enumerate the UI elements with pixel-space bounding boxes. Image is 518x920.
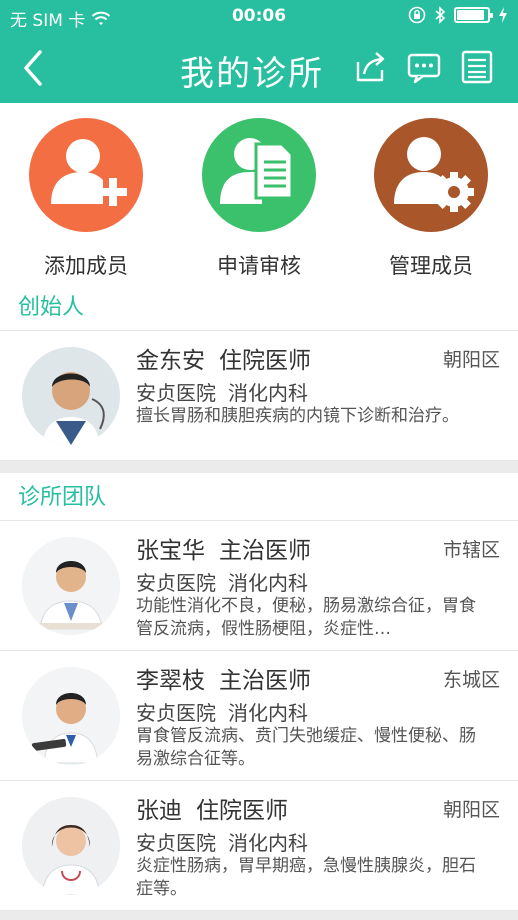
status-bar: 无 SIM 卡 00:06 (0, 0, 518, 34)
avatar (22, 797, 120, 895)
member-district: 朝阳区 (442, 349, 500, 371)
avatar (22, 537, 120, 635)
member-name: 张迪 (136, 798, 182, 824)
status-right (408, 6, 508, 24)
member-hospital: 安贞医院 (136, 701, 216, 725)
quick-actions: 添加成员 申请审核 管理成员 (0, 103, 518, 283)
member-name-line: 张宝华 主治医师 (136, 531, 311, 565)
add-member-label: 添加成员 (44, 254, 128, 278)
member-row[interactable]: 李翠枝 主治医师 东城区 安贞医院 消化内科 胃食管反流病、贲门失弛缓症、慢性便秘、… (0, 651, 518, 781)
manage-members-button[interactable]: 管理成员 (351, 118, 511, 280)
member-row-founder[interactable]: 金东安 住院医师 朝阳区 安贞医院 消化内科 擅长胃肠和胰胆疾病的内镜下诊断和治疗。 (0, 331, 518, 461)
member-title: 主治医师 (219, 668, 311, 694)
member-name-line: 李翠枝 主治医师 (136, 661, 311, 695)
message-icon[interactable] (407, 50, 441, 84)
member-hospital-line: 安贞医院 消化内科 (136, 827, 308, 856)
member-description: 胃食管反流病、贲门失弛缓症、慢性便秘、肠易激综合征等。 (136, 726, 476, 769)
battery-icon (454, 7, 493, 23)
member-name: 金东安 (136, 348, 205, 374)
member-row[interactable]: 张宝华 主治医师 市辖区 安贞医院 消化内科 功能性消化不良，便秘，肠易激综合征，胃… (0, 521, 518, 651)
member-description: 擅长胃肠和胰胆疾病的内镜下诊断和治疗。 (136, 406, 459, 426)
member-district: 市辖区 (442, 539, 500, 561)
page-title: 我的诊所 (180, 54, 324, 94)
member-name: 李翠枝 (136, 668, 205, 694)
back-button[interactable] (18, 48, 48, 88)
member-description: 炎症性肠病，胃早期癌，急慢性胰腺炎，胆石症等。 (136, 856, 476, 899)
member-hospital-line: 安贞医院 消化内科 (136, 377, 308, 406)
page: 无 SIM 卡 00:06 我的诊所 添加成员 申请审核 管理成员 创始人 金东… (0, 0, 518, 920)
apply-review-label: 申请审核 (217, 254, 301, 278)
bottom-gap (0, 911, 518, 920)
member-district: 东城区 (442, 669, 500, 691)
orientation-lock-icon (408, 6, 426, 24)
member-department: 消化内科 (228, 701, 308, 725)
member-hospital-line: 安贞医院 消化内科 (136, 567, 308, 596)
member-department: 消化内科 (228, 571, 308, 595)
header: 无 SIM 卡 00:06 我的诊所 (0, 0, 518, 103)
member-name-line: 金东安 住院医师 (136, 341, 311, 375)
apply-review-button[interactable]: 申请审核 (179, 118, 339, 280)
member-description: 功能性消化不良，便秘，肠易激综合征，胃食管反流病，假性肠梗阻，炎症性… (136, 596, 476, 639)
section-divider (0, 461, 518, 473)
battery-fill (457, 10, 484, 20)
document-person-icon (202, 118, 316, 232)
bluetooth-icon (435, 6, 446, 24)
share-icon[interactable] (354, 50, 388, 84)
member-name-line: 张迪 住院医师 (136, 791, 288, 825)
member-district: 朝阳区 (442, 799, 500, 821)
member-row[interactable]: 张迪 住院医师 朝阳区 安贞医院 消化内科 炎症性肠病，胃早期癌，急慢性胰腺炎，胆石… (0, 781, 518, 911)
member-title: 主治医师 (219, 538, 311, 564)
member-hospital: 安贞医院 (136, 381, 216, 405)
list-icon[interactable] (460, 50, 494, 84)
charging-icon (499, 7, 507, 23)
member-title: 住院医师 (219, 348, 311, 374)
founder-section-title: 创始人 (0, 283, 518, 331)
member-title: 住院医师 (196, 798, 288, 824)
avatar (22, 667, 120, 765)
member-hospital-line: 安贞医院 消化内科 (136, 697, 308, 726)
add-member-button[interactable]: 添加成员 (6, 118, 166, 280)
manage-members-label: 管理成员 (389, 254, 473, 278)
member-department: 消化内科 (228, 381, 308, 405)
team-section-title: 诊所团队 (0, 473, 518, 521)
member-hospital: 安贞医院 (136, 831, 216, 855)
add-person-icon (29, 118, 143, 232)
avatar (22, 347, 120, 445)
member-hospital: 安贞医院 (136, 571, 216, 595)
member-name: 张宝华 (136, 538, 205, 564)
nav-bar: 我的诊所 (0, 34, 518, 103)
member-department: 消化内科 (228, 831, 308, 855)
person-gear-icon (374, 118, 488, 232)
